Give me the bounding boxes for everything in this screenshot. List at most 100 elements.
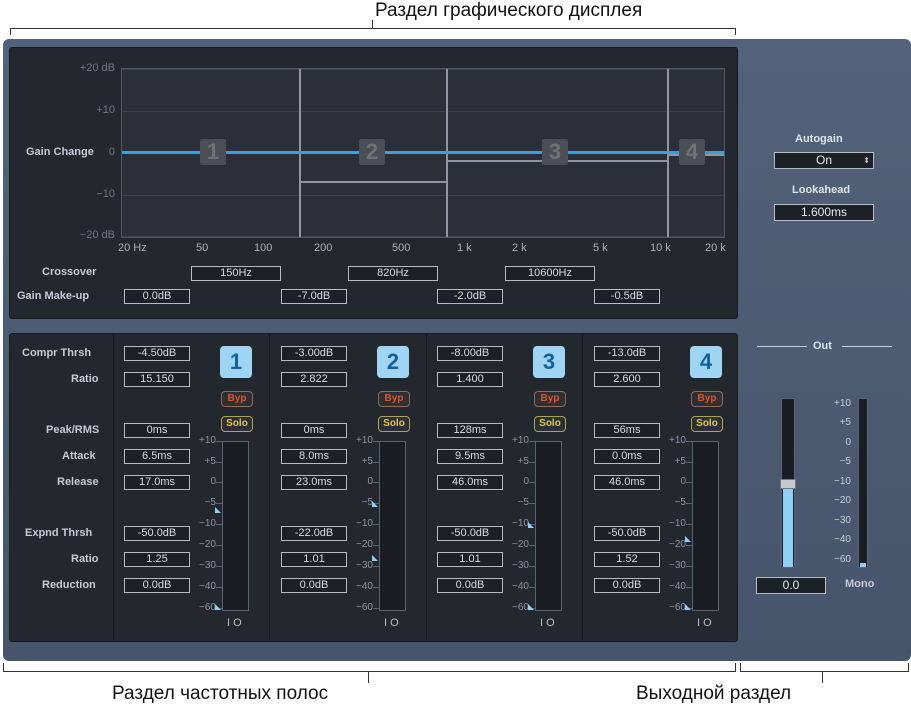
row-label-peak-rms: Peak/RMS (46, 424, 100, 436)
band4-select-button[interactable]: 4 (690, 346, 722, 378)
band3-release-field[interactable]: 46.0ms (437, 475, 503, 490)
y-label-plus20: +20 dB (79, 62, 115, 74)
band1-scale-label: +5 (204, 456, 216, 467)
output-title: Out (813, 340, 832, 352)
gain-makeup-field-2[interactable]: -7.0dB (281, 289, 347, 304)
band2-release-field[interactable]: 23.0ms (281, 475, 347, 490)
row-label-ratio: Ratio (71, 373, 99, 385)
band3-expnd-marker[interactable] (528, 604, 534, 610)
band1-expnd-thrsh-field[interactable]: -50.0dB (124, 526, 190, 541)
band4-scale-tick (686, 462, 692, 463)
band1-scale-label: −5 (204, 497, 216, 508)
graph-band-number-1: 1 (200, 139, 226, 165)
band4-reduction-meter (692, 441, 719, 611)
band1-scale-tick (216, 566, 222, 567)
band3-bypass-button[interactable]: Byp (534, 391, 566, 407)
band4-compr-thrsh-field[interactable]: -13.0dB (594, 346, 660, 361)
band2-ratio-field[interactable]: 2.822 (281, 372, 347, 387)
band3-scale-tick (529, 503, 535, 504)
x-label-10k: 10 k (650, 242, 671, 254)
band1-expnd-ratio-field[interactable]: 1.25 (124, 552, 190, 567)
band4-scale-tick (686, 587, 692, 588)
band4-peak-rms-field[interactable]: 56ms (594, 423, 660, 438)
band1-thrsh-marker[interactable] (215, 507, 221, 513)
gain-change-graph[interactable]: 1 2 3 4 (121, 68, 725, 238)
out-rule-left (757, 346, 807, 347)
gain-makeup-field-4[interactable]: -0.5dB (594, 289, 660, 304)
band4-attack-field[interactable]: 0.0ms (594, 449, 660, 464)
band4-bypass-button[interactable]: Byp (691, 391, 723, 407)
band3-scale-label: −5 (517, 497, 529, 508)
band1-scale-tick (216, 482, 222, 483)
band3-expnd-thrsh-field[interactable]: -50.0dB (437, 526, 503, 541)
band2-expnd-marker[interactable] (372, 555, 378, 561)
band3-compr-thrsh-field[interactable]: -8.00dB (437, 346, 503, 361)
band4-solo-button[interactable]: Solo (691, 416, 723, 432)
crossover-field-2[interactable]: 820Hz (348, 266, 438, 281)
output-meter (858, 398, 868, 568)
crossover-field-1[interactable]: 150Hz (191, 266, 281, 281)
band1-select-button[interactable]: 1 (220, 346, 252, 378)
band2-bypass-button[interactable]: Byp (378, 391, 410, 407)
callout-graphic-section: Раздел графического дисплея (375, 0, 643, 21)
band1-bypass-button[interactable]: Byp (221, 391, 253, 407)
band3-peak-rms-field[interactable]: 128ms (437, 423, 503, 438)
out-rule-right (842, 346, 892, 347)
band2-io-label: I O (384, 617, 399, 629)
band1-ratio-field[interactable]: 15.150 (124, 372, 190, 387)
band4-scale-label: +5 (674, 456, 686, 467)
band3-thrsh-marker[interactable] (528, 522, 534, 528)
band1-attack-field[interactable]: 6.5ms (124, 449, 190, 464)
band2-expnd-thrsh-field[interactable]: -22.0dB (281, 526, 347, 541)
band3-scale-tick (529, 587, 535, 588)
band4-release-field[interactable]: 46.0ms (594, 475, 660, 490)
gain-makeup-field-1[interactable]: 0.0dB (124, 289, 190, 304)
band2-solo-button[interactable]: Solo (378, 416, 410, 432)
band1-scale-label: −30 (199, 560, 216, 571)
lookahead-field[interactable]: 1.600ms (774, 204, 874, 221)
output-value-field[interactable]: 0.0 (756, 577, 826, 594)
band1-reduction-field[interactable]: 0.0dB (124, 578, 190, 593)
band3-attack-field[interactable]: 9.5ms (437, 449, 503, 464)
band4-reduction-field[interactable]: 0.0dB (594, 578, 660, 593)
band2-scale-label: −40 (356, 581, 373, 592)
band3-reduction-field[interactable]: 0.0dB (437, 578, 503, 593)
band2-reduction-meter (379, 441, 406, 611)
band4-scale-tick (686, 566, 692, 567)
band4-expnd-ratio-field[interactable]: 1.52 (594, 552, 660, 567)
output-scale-label: −20 (834, 495, 851, 506)
band4-scale-label: −20 (669, 539, 686, 550)
band3-expnd-ratio-field[interactable]: 1.01 (437, 552, 503, 567)
band4-thrsh-marker[interactable] (685, 536, 691, 542)
x-label-200: 200 (314, 242, 333, 254)
band2-select-button[interactable]: 2 (377, 346, 409, 378)
band3-solo-button[interactable]: Solo (534, 416, 566, 432)
band4-expnd-marker[interactable] (685, 604, 691, 610)
autogain-select[interactable]: On ⬍ (774, 152, 874, 169)
band3-scale-tick (529, 441, 535, 442)
band1-solo-button[interactable]: Solo (221, 416, 253, 432)
band1-peak-rms-field[interactable]: 0ms (124, 423, 190, 438)
band1-compr-thrsh-field[interactable]: -4.50dB (124, 346, 190, 361)
band2-compr-thrsh-field[interactable]: -3.00dB (281, 346, 347, 361)
band2-scale-label: −10 (356, 518, 373, 529)
band3-select-button[interactable]: 3 (533, 346, 565, 378)
gain-makeup-field-3[interactable]: -2.0dB (437, 289, 503, 304)
band2-expnd-ratio-field[interactable]: 1.01 (281, 552, 347, 567)
band2-reduction-field[interactable]: 0.0dB (281, 578, 347, 593)
band1-release-field[interactable]: 17.0ms (124, 475, 190, 490)
band2-peak-rms-field[interactable]: 0ms (281, 423, 347, 438)
band3-ratio-field[interactable]: 1.400 (437, 372, 503, 387)
output-fader[interactable] (780, 398, 796, 568)
band4-expnd-thrsh-field[interactable]: -50.0dB (594, 526, 660, 541)
band3-scale-label: −30 (512, 560, 529, 571)
crossover-field-3[interactable]: 10600Hz (505, 266, 595, 281)
band1-expnd-marker[interactable] (215, 604, 221, 610)
band1-scale-tick (216, 545, 222, 546)
graph-band-number-3: 3 (542, 139, 568, 165)
band2-attack-field[interactable]: 8.0ms (281, 449, 347, 464)
band2-thrsh-marker[interactable] (372, 501, 378, 507)
output-fader-handle[interactable] (780, 479, 796, 489)
band1-scale-tick (216, 587, 222, 588)
band4-ratio-field[interactable]: 2.600 (594, 372, 660, 387)
